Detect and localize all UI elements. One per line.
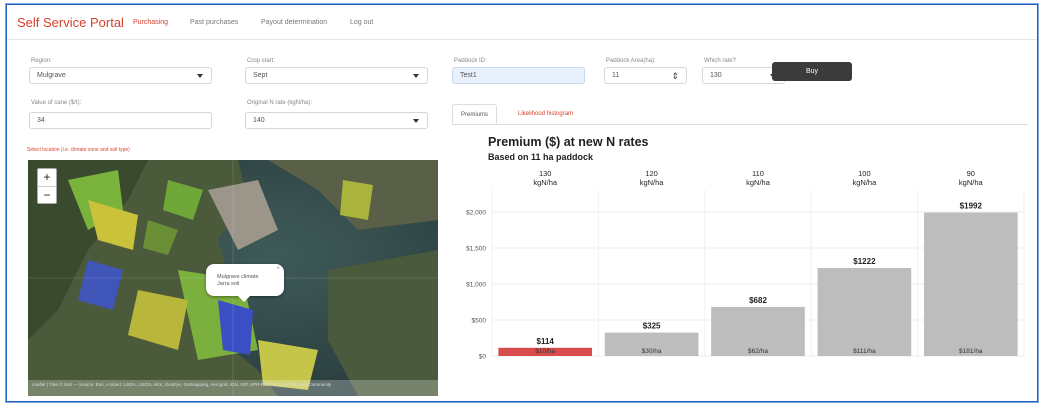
nav-purchasing[interactable]: Purchasing bbox=[133, 19, 168, 26]
stepper-icon[interactable]: ⇕ bbox=[671, 71, 679, 82]
which-rate-label: Which rate? bbox=[704, 58, 737, 64]
region-label: Region: bbox=[31, 58, 52, 64]
zoom-control: + − bbox=[37, 168, 57, 204]
cane-value-input[interactable]: 34 bbox=[29, 112, 212, 129]
nav-past-purchases[interactable]: Past purchases bbox=[190, 19, 238, 26]
bar bbox=[817, 268, 912, 356]
paddock-id-input[interactable]: Test1 bbox=[452, 67, 585, 84]
crop-start-value: Sept bbox=[253, 72, 268, 79]
chart-plot: $0$500$1,000$1,500$2,000$114$10/ha130kgN… bbox=[466, 169, 1025, 361]
tab-likelihood-histogram[interactable]: Likelihood histogram bbox=[510, 104, 581, 124]
bar-value-label: $1992 bbox=[960, 202, 983, 211]
category-label-rate: 110 bbox=[752, 169, 764, 178]
bar bbox=[923, 212, 1018, 356]
region-value: Mulgrave bbox=[37, 72, 66, 79]
bar-per-ha-label: $10/ha bbox=[535, 348, 555, 355]
original-n-select[interactable]: 140 bbox=[245, 112, 428, 129]
premium-chart: Premium ($) at new N rates Based on 11 h… bbox=[452, 130, 1028, 370]
category-label-unit: kgN/ha bbox=[533, 178, 558, 187]
chevron-down-icon bbox=[197, 74, 203, 78]
category-label-rate: 90 bbox=[967, 169, 975, 178]
y-tick-label: $0 bbox=[479, 354, 487, 361]
paddock-id-label: Paddock ID: bbox=[454, 58, 487, 64]
buy-button[interactable]: Buy bbox=[772, 62, 852, 81]
tab-premiums[interactable]: Premiums bbox=[452, 104, 498, 124]
chevron-down-icon bbox=[413, 74, 419, 78]
category-label-rate: 100 bbox=[858, 169, 871, 178]
map-hint: Select location (i.e. climate zone and s… bbox=[27, 147, 130, 153]
navbar: Self Service Portal Purchasing Past purc… bbox=[7, 5, 1037, 40]
zoom-out-button[interactable]: − bbox=[38, 186, 56, 204]
which-rate-value: 130 bbox=[710, 72, 722, 79]
satellite-map[interactable]: + − × Mulgrave climate Jarra soil Leafle… bbox=[28, 160, 438, 396]
close-icon[interactable]: × bbox=[276, 266, 280, 272]
popup-climate: Mulgrave climate bbox=[217, 274, 259, 280]
tab-bar: Premiums Likelihood histogram bbox=[452, 104, 1028, 125]
bar-per-ha-label: $111/ha bbox=[853, 348, 876, 355]
bar-value-label: $114 bbox=[537, 337, 555, 346]
bar-value-label: $1222 bbox=[853, 257, 876, 266]
popup-soil: Jarra soil bbox=[217, 281, 240, 287]
bar-per-ha-label: $30/ha bbox=[642, 348, 662, 355]
y-tick-label: $1,500 bbox=[466, 246, 486, 253]
cane-value-value: 34 bbox=[37, 117, 45, 124]
zoom-in-button[interactable]: + bbox=[38, 169, 56, 186]
map-attribution: Leaflet | Tiles © Esri — Source: Esri, i… bbox=[28, 380, 438, 396]
paddock-area-value: 11 bbox=[612, 72, 620, 79]
map-popup: × Mulgrave climate Jarra soil bbox=[206, 264, 284, 302]
bar-per-ha-label: $181/ha bbox=[959, 348, 983, 355]
y-tick-label: $500 bbox=[472, 318, 487, 325]
category-label-unit: kgN/ha bbox=[746, 178, 771, 187]
original-n-label: Original N rate (kgN/ha): bbox=[247, 100, 313, 106]
chevron-down-icon bbox=[413, 119, 419, 123]
category-label-unit: kgN/ha bbox=[959, 178, 984, 187]
bar-per-ha-label: $62/ha bbox=[748, 348, 768, 355]
y-tick-label: $2,000 bbox=[466, 210, 486, 217]
crop-start-select[interactable]: Sept bbox=[245, 67, 428, 84]
bar-value-label: $325 bbox=[643, 322, 661, 331]
category-label-rate: 120 bbox=[645, 169, 658, 178]
y-tick-label: $1,000 bbox=[466, 282, 486, 289]
category-label-unit: kgN/ha bbox=[853, 178, 878, 187]
bar-value-label: $682 bbox=[749, 296, 767, 305]
nav-log-out[interactable]: Log out bbox=[350, 19, 373, 26]
nav-payout-determination[interactable]: Payout determination bbox=[261, 19, 327, 26]
crop-start-label: Crop start: bbox=[247, 58, 276, 64]
category-label-rate: 130 bbox=[539, 169, 552, 178]
paddock-area-label: Paddock Area(ha): bbox=[606, 58, 656, 64]
region-select[interactable]: Mulgrave bbox=[29, 67, 212, 84]
original-n-value: 140 bbox=[253, 117, 265, 124]
paddock-id-value: Test1 bbox=[460, 72, 477, 79]
cane-value-label: Value of cane ($/t): bbox=[31, 100, 82, 106]
paddock-area-input[interactable]: 11 ⇕ bbox=[604, 67, 687, 84]
brand-title[interactable]: Self Service Portal bbox=[17, 15, 124, 30]
category-label-unit: kgN/ha bbox=[640, 178, 665, 187]
